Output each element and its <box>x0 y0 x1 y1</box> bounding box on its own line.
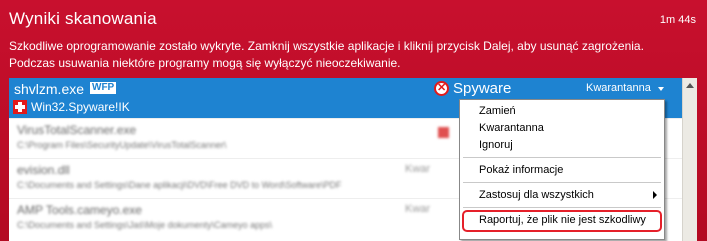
scan-results-panel: Wyniki skanowania 1m 44s Szkodliwe oprog… <box>0 0 707 241</box>
instructions: Szkodliwe oprogramowanie zostało wykryte… <box>9 38 699 72</box>
row-status: Kwar <box>405 203 431 215</box>
spyware-icon <box>434 81 449 96</box>
wfp-badge: WFP <box>90 82 117 94</box>
swiss-cross-icon <box>13 100 27 114</box>
threat-category: Spyware <box>453 80 512 97</box>
file-name: shvlzm.exe <box>14 81 85 97</box>
page-title: Wyniki skanowania <box>9 9 157 28</box>
row-name: AMP Tools.cameyo.exe <box>17 203 142 217</box>
scroll-up-icon[interactable] <box>686 83 694 88</box>
context-menu: Zamień Kwarantanna Ignoruj Pokaż informa… <box>459 99 665 240</box>
chevron-down-icon[interactable] <box>658 87 664 91</box>
row-path: C:\Program Files\SecurityUpdate\VirusTot… <box>17 140 227 150</box>
action-dropdown[interactable]: Kwarantanna <box>586 82 651 94</box>
threat-icon <box>438 127 449 138</box>
menu-separator <box>463 182 661 183</box>
row-status: Kwar <box>405 163 431 175</box>
menu-item-report-not-malicious[interactable]: Raportuj, że plik nie jest szkodliwy <box>462 210 662 232</box>
menu-item-apply-all[interactable]: Zastosuj dla wszystkich <box>460 186 664 206</box>
scrollbar[interactable] <box>682 78 697 241</box>
chevron-right-icon <box>653 191 657 199</box>
menu-item-ignore[interactable]: Ignoruj <box>460 136 664 156</box>
threat-name: Win32.Spyware!IK <box>31 100 130 114</box>
menu-separator <box>463 207 661 208</box>
menu-item-show-info[interactable]: Pokaż informacje <box>460 161 664 181</box>
row-name: VirusTotalScanner.exe <box>17 123 137 137</box>
row-path: C:\Documents and Settings\Jaś\Moje dokum… <box>17 220 273 230</box>
elapsed-time: 1m 44s <box>659 14 696 26</box>
row-path: C:\Documents and Settings\Dane aplikacji… <box>17 180 342 190</box>
instructions-line-2: Podczas usuwania niektóre programy mogą … <box>9 56 401 70</box>
row-name: evision.dll <box>17 163 70 177</box>
instructions-line-1: Szkodliwe oprogramowanie zostało wykryte… <box>9 39 644 53</box>
menu-separator <box>463 157 661 158</box>
